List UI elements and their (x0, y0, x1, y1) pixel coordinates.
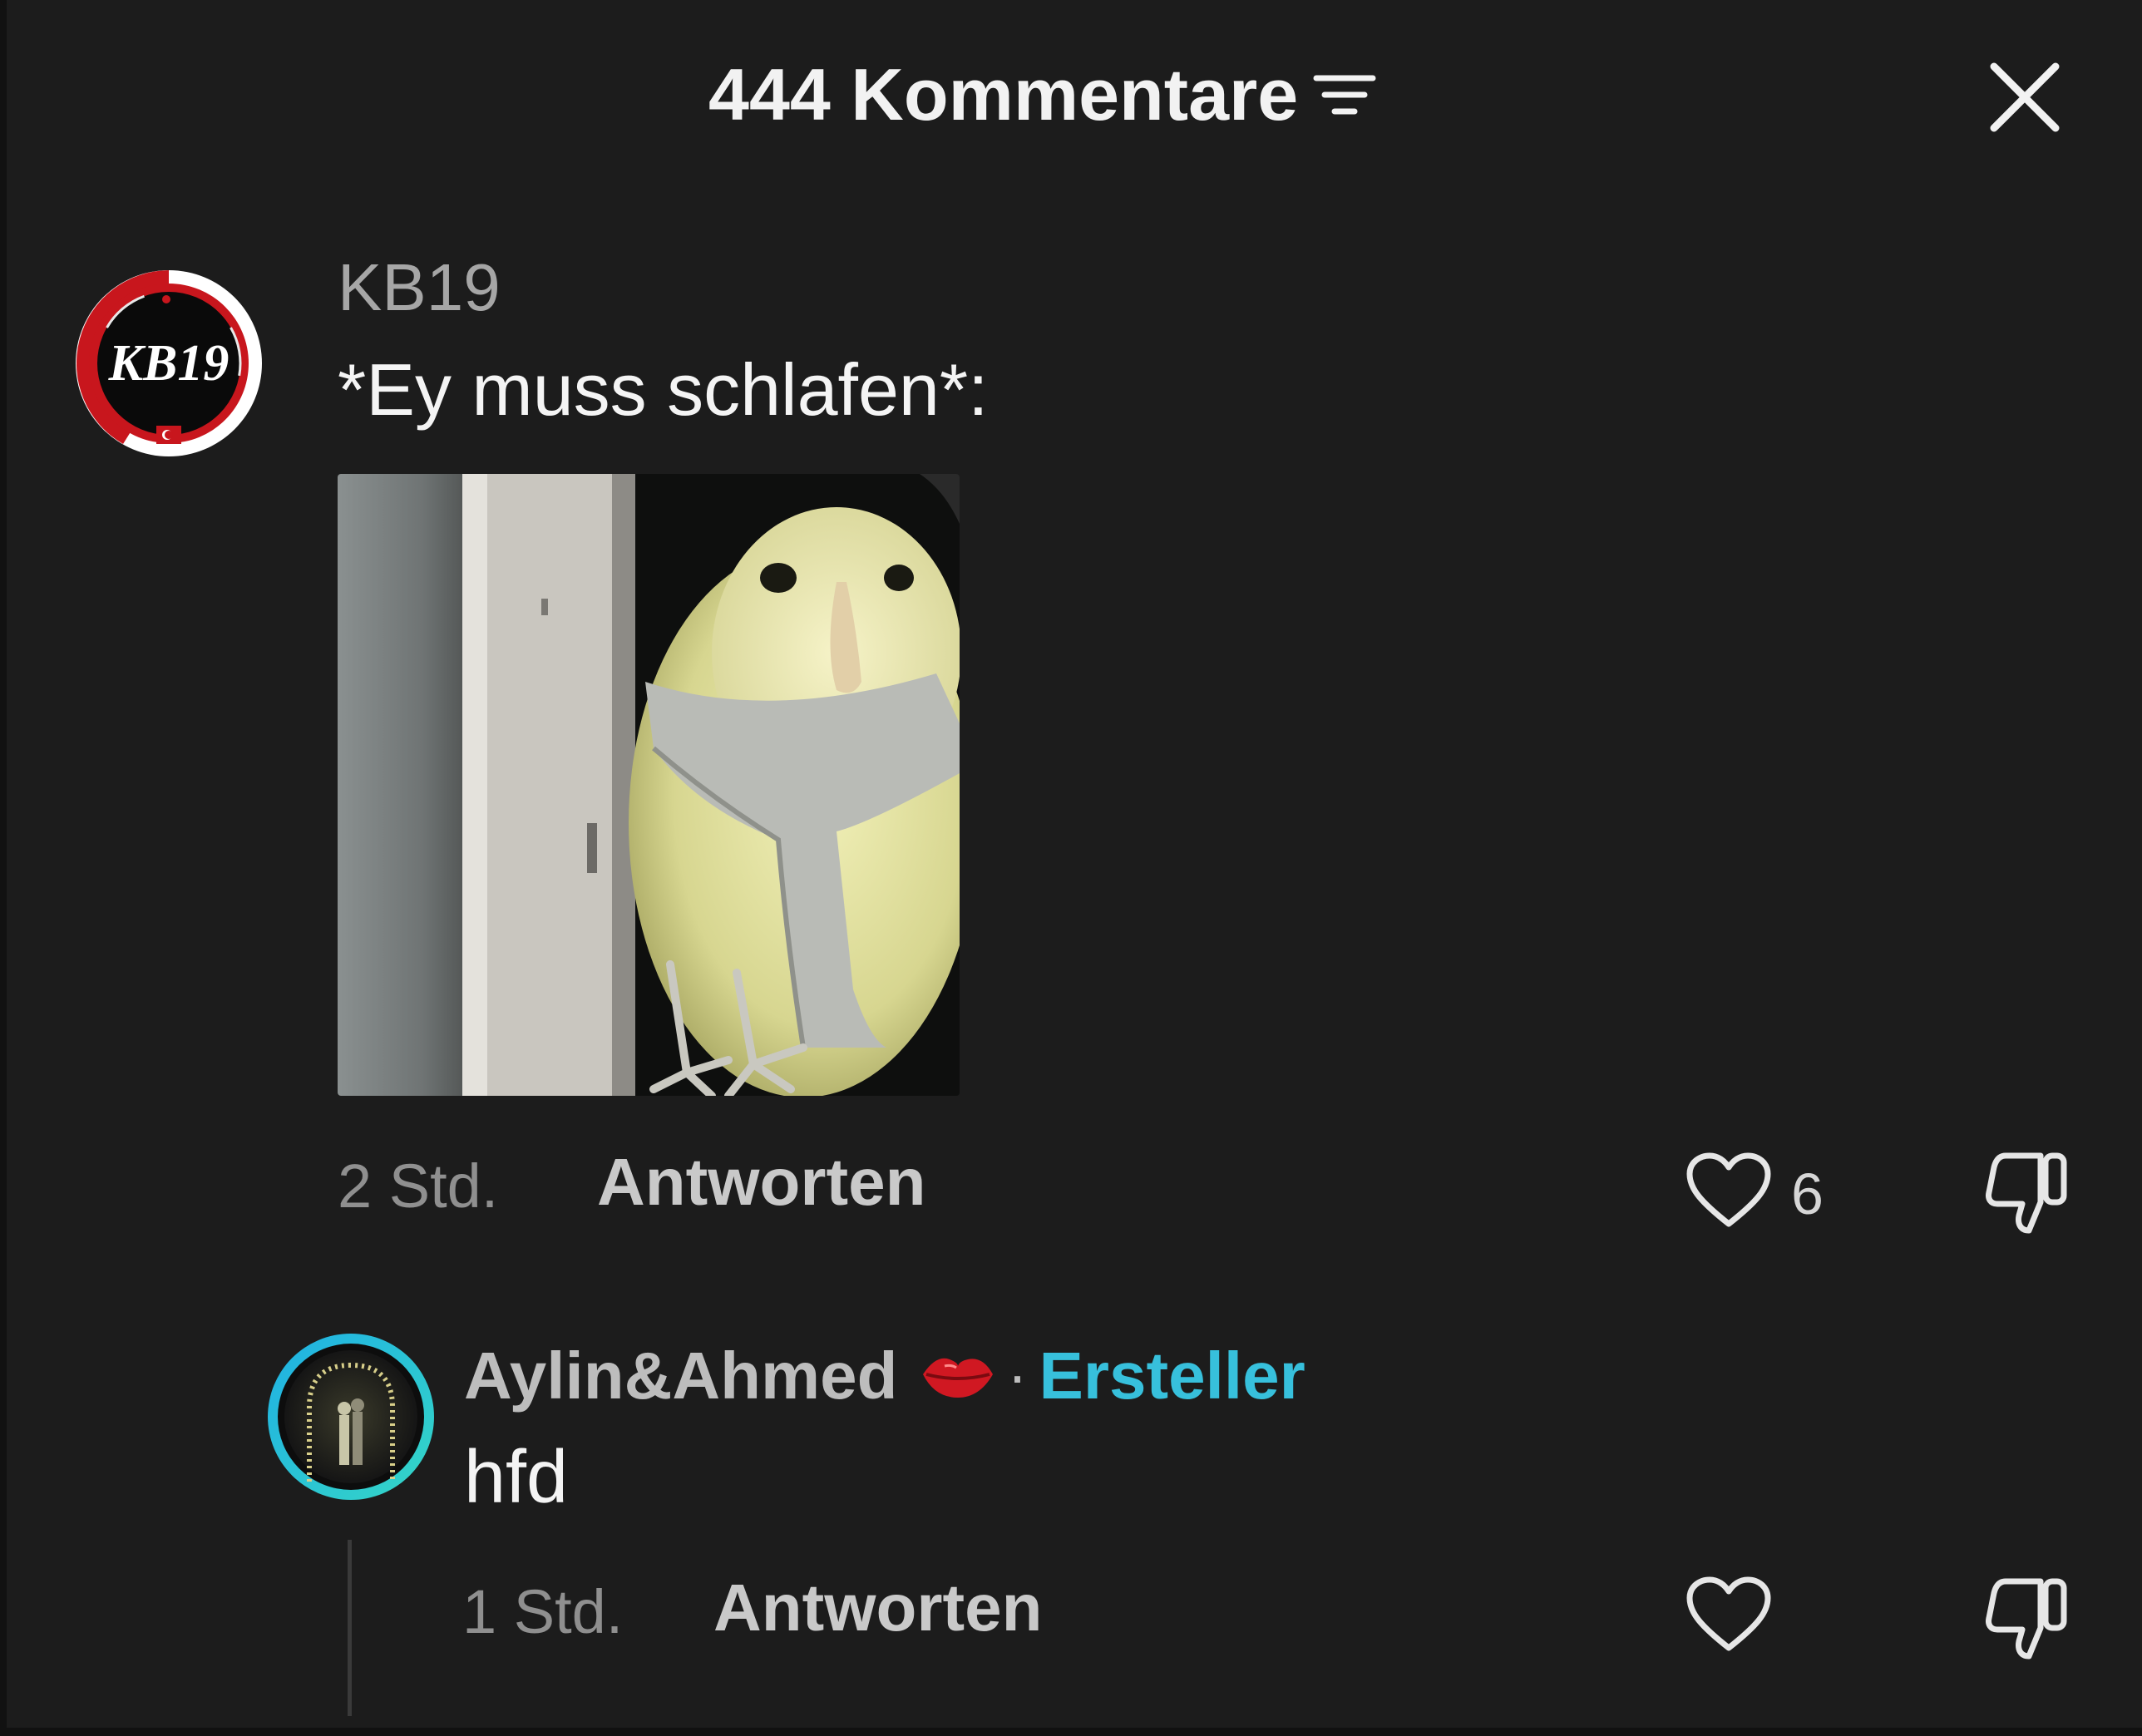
reply-timestamp: 1 Std. (462, 1577, 624, 1646)
like-count: 6 (1791, 1161, 1824, 1226)
comment-timestamp: 2 Std. (338, 1152, 499, 1221)
avatar-logo-text: KB19 (108, 335, 230, 392)
close-icon[interactable] (1986, 58, 2064, 136)
header-title-group: 444 Kommentare (708, 53, 1376, 136)
frame-bottom (0, 1728, 2142, 1736)
frame-edge (0, 0, 7, 1736)
comment-text: *Ey muss schlafen*: (338, 348, 989, 431)
heart-icon[interactable] (1685, 1575, 1773, 1655)
comments-header: 444 Kommentare (0, 40, 2142, 148)
reply-button[interactable]: Antworten (597, 1144, 926, 1221)
heart-icon[interactable] (1685, 1151, 1773, 1230)
reply-text: hfd (464, 1436, 569, 1519)
comment-image-owl[interactable] (338, 474, 960, 1096)
comment-username[interactable]: KB19 (338, 249, 501, 326)
separator-dot: · (1007, 1343, 1028, 1409)
kiss-lips-icon (922, 1358, 993, 1398)
creator-badge: Ersteller (1039, 1339, 1305, 1413)
comment-count-title: 444 Kommentare (708, 53, 1299, 136)
sort-filter-icon[interactable] (1313, 72, 1376, 118)
avatar[interactable]: KB19 (73, 268, 264, 459)
reply-button[interactable]: Antworten (713, 1570, 1043, 1646)
reply-header: Aylin&Ahmed · Ersteller (464, 1330, 1305, 1422)
avatar[interactable] (266, 1332, 436, 1502)
dislike-icon[interactable] (1982, 1144, 2074, 1235)
dislike-icon[interactable] (1982, 1570, 2074, 1661)
thread-line (348, 1540, 352, 1716)
reply-username[interactable]: Aylin&Ahmed (464, 1338, 898, 1414)
